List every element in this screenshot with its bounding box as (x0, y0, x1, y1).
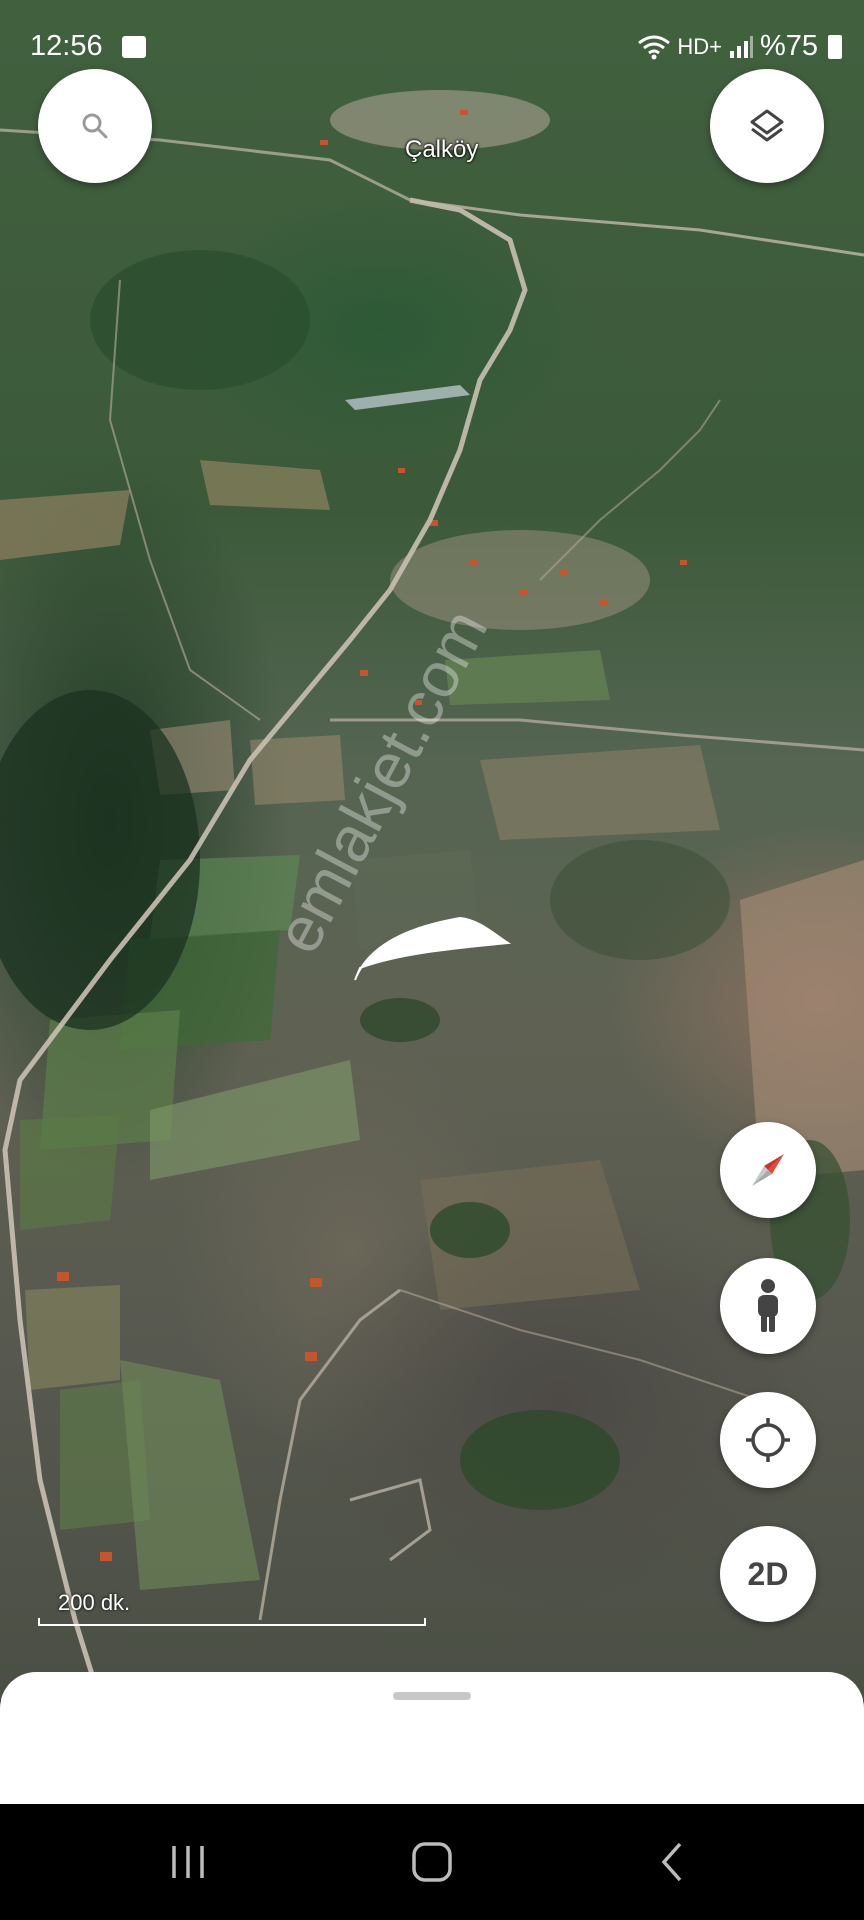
bottom-sheet[interactable] (0, 1672, 864, 1812)
compass-icon (752, 1154, 784, 1186)
status-icons: HD+ %75 (637, 30, 842, 63)
battery-percent: %75 (759, 30, 818, 62)
back-icon[interactable] (658, 1840, 688, 1884)
my-location-icon (746, 1418, 790, 1462)
search-icon (82, 113, 108, 139)
network-type: HD+ (677, 33, 722, 59)
scale-label: 200 dk. (58, 1590, 131, 1615)
scale-bar: 200 dk. (38, 1590, 428, 1630)
sheet-drag-handle[interactable] (393, 1692, 471, 1700)
wifi-icon (638, 35, 671, 59)
scale-line (38, 1618, 426, 1626)
recent-apps-icon[interactable] (168, 1842, 208, 1882)
layers-button[interactable] (710, 69, 824, 183)
navigation-bar (0, 1804, 864, 1920)
my-location-button[interactable] (720, 1392, 816, 1488)
pegman-icon (758, 1279, 778, 1332)
view-mode-button[interactable]: 2D (720, 1526, 816, 1622)
battery-icon (828, 34, 842, 59)
home-icon[interactable] (410, 1840, 454, 1884)
street-view-button[interactable] (720, 1258, 816, 1354)
search-button[interactable] (38, 69, 152, 183)
status-time: 12:56 (30, 30, 103, 62)
image-icon (122, 36, 146, 58)
compass-button[interactable] (720, 1122, 816, 1218)
layers-icon (750, 109, 784, 142)
signal-icon (729, 35, 753, 58)
place-label: Çalköy (405, 136, 479, 163)
